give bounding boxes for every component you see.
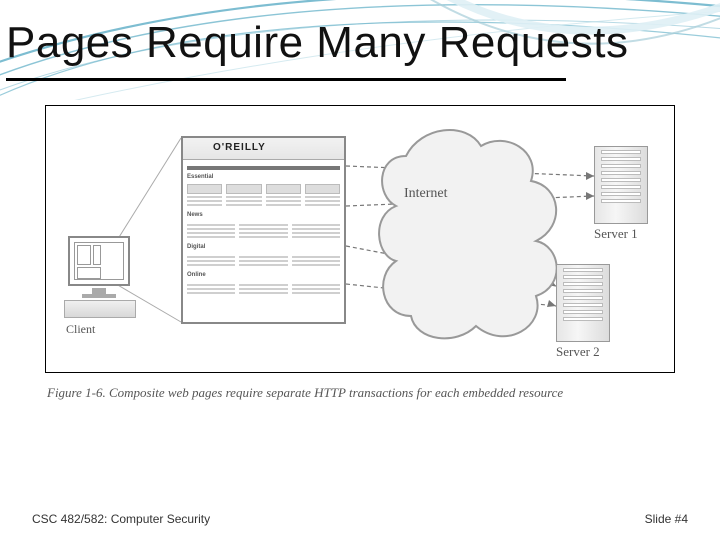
slide-title: Pages Require Many Requests — [6, 18, 629, 68]
server-1-label: Server 1 — [594, 226, 638, 242]
server-2-icon — [556, 264, 610, 342]
figure-caption: Figure 1-6. Composite web pages require … — [47, 385, 563, 401]
cloud-label: Internet — [404, 186, 448, 202]
browser-logo: O'REILLY — [213, 142, 266, 153]
figure: Client O'REILLY Essential News — [45, 105, 675, 435]
server-1-icon — [594, 146, 648, 224]
browser-window: O'REILLY Essential News Digital — [181, 136, 346, 324]
section-label: Essential — [187, 174, 340, 180]
section-label: Digital — [187, 244, 340, 250]
cloud-icon — [366, 116, 566, 356]
footer-course: CSC 482/582: Computer Security — [32, 512, 210, 526]
section-label: Online — [187, 272, 340, 278]
cpu-icon — [64, 300, 136, 318]
section-label: News — [187, 212, 340, 218]
title-underline — [6, 78, 566, 81]
server-2-label: Server 2 — [556, 344, 600, 360]
client-computer: Client — [64, 236, 144, 336]
monitor-icon — [68, 236, 130, 286]
footer-slide-number: Slide #4 — [645, 512, 688, 526]
client-label: Client — [66, 322, 95, 337]
figure-border: Client O'REILLY Essential News — [45, 105, 675, 373]
